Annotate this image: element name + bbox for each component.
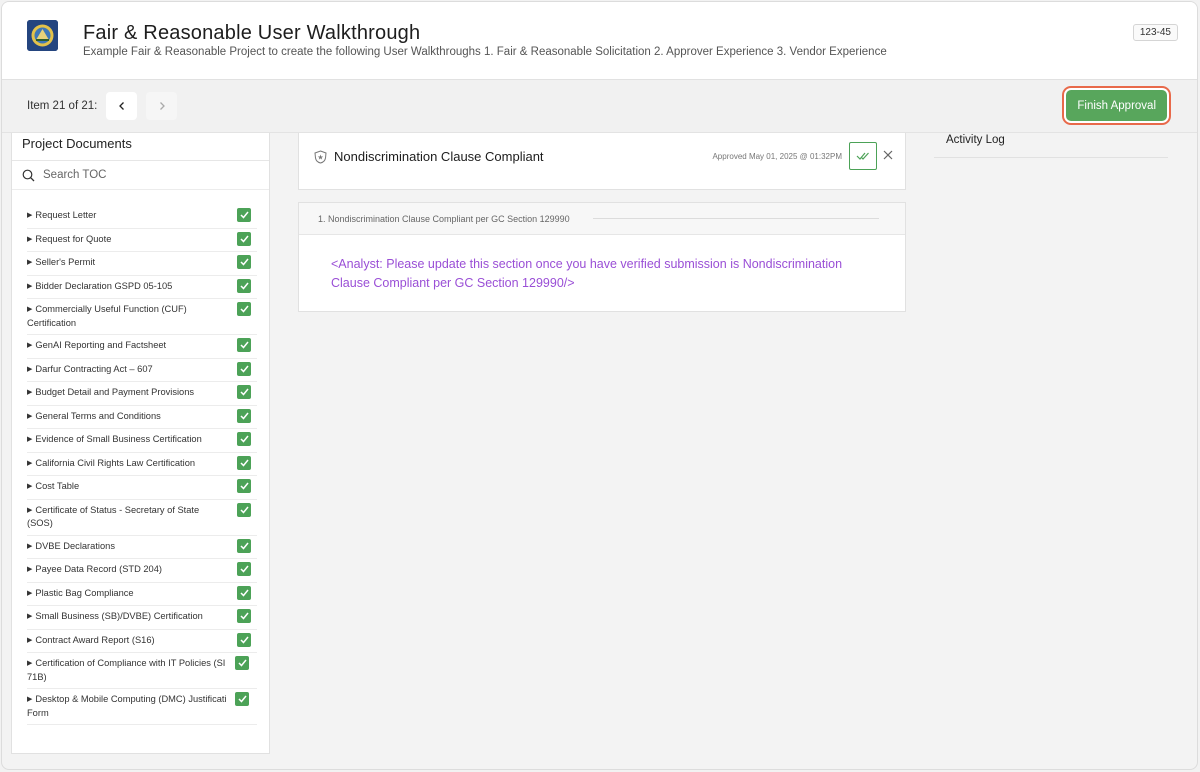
check-icon (237, 385, 251, 399)
check-icon (237, 231, 251, 246)
check-icon (237, 408, 251, 423)
toc-item[interactable]: ▶ General Terms and Conditions (27, 406, 257, 429)
check-icon (237, 502, 251, 517)
approve-button[interactable] (849, 142, 877, 170)
page-title: Fair & Reasonable User Walkthrough (83, 22, 421, 44)
check-icon (237, 479, 251, 493)
caret-right-icon: ▶ (27, 235, 33, 243)
caret-right-icon: ▶ (27, 436, 33, 443)
caret-right-icon: ▶ (27, 696, 33, 703)
shield-icon (314, 150, 327, 164)
toc-item[interactable]: ▶ Small Business (SB)/DVBE) Certification (27, 606, 257, 630)
check-icon (237, 361, 251, 376)
approval-timestamp: Approved May 01, 2025 @ 01:32PM (712, 152, 842, 161)
check-icon (237, 609, 251, 623)
caret-right-icon: ▶ (27, 389, 33, 396)
caret-right-icon: ▶ (27, 412, 33, 420)
toc-list: ▶ Request Letter ▶ Request for Quote ▶ Sell… (12, 190, 269, 725)
caret-right-icon: ▶ (27, 342, 33, 349)
double-check-icon (856, 152, 869, 160)
toc-item[interactable]: ▶ California Civil Rights Law Certificati… (27, 453, 257, 476)
check-icon (235, 656, 249, 670)
caret-right-icon: ▶ (27, 660, 33, 667)
check-icon (237, 208, 251, 222)
check-icon (237, 278, 251, 293)
check-icon (235, 692, 249, 706)
toc-item[interactable]: ▶ Request Letter (27, 205, 257, 229)
check-icon (237, 255, 251, 269)
search-input[interactable]: Search TOC (43, 169, 107, 181)
check-icon (237, 432, 251, 446)
section-title: Nondiscrimination Clause Compliant (334, 149, 544, 164)
activity-log-title: Activity Log (946, 134, 1005, 146)
toc-item[interactable]: ▶ Contract Award Report (S16) (27, 630, 257, 653)
caret-right-icon: ▶ (27, 506, 33, 514)
toc-item[interactable]: ▶ Darfur Contracting Act – 607 (27, 359, 257, 382)
toc-item[interactable]: ▶ Budget Detail and Payment Provisions (27, 382, 257, 406)
toc-item[interactable]: ▶ Desktop & Mobile Computing (DMC) Justif… (27, 689, 257, 725)
app-window: Fair & Reasonable User Walkthrough Examp… (1, 1, 1198, 770)
check-icon (237, 302, 251, 316)
caret-right-icon: ▶ (27, 212, 33, 219)
content-heading: 1. Nondiscrimination Clause Compliant pe… (299, 203, 905, 235)
section-header-card: Nondiscrimination Clause Compliant Appro… (298, 133, 906, 190)
search-icon (22, 169, 35, 181)
toc-item[interactable]: ▶ Plastic Bag Compliance (27, 583, 257, 606)
toc-item[interactable]: ▶ Certificate of Status - Secretary of St… (27, 500, 257, 536)
toc-item[interactable]: ▶ Cost Table (27, 476, 257, 500)
finish-approval-button[interactable]: Finish Approval (1066, 90, 1167, 121)
check-icon (237, 585, 251, 600)
caret-right-icon: ▶ (27, 613, 33, 620)
toc-item[interactable]: ▶ Commercially Useful Function (CUF) Cert… (27, 299, 257, 335)
previous-item-button[interactable] (106, 92, 137, 120)
check-icon (237, 338, 251, 352)
caret-right-icon: ▶ (27, 282, 33, 290)
review-toolbar: Item 21 of 21: Finish Approval (2, 80, 1197, 133)
sidebar-title: Project Documents (12, 133, 269, 161)
check-icon (237, 632, 251, 647)
toc-item[interactable]: ▶ Evidence of Small Business Certificatio… (27, 429, 257, 453)
page-subtitle: Example Fair & Reasonable Project to cre… (83, 46, 887, 58)
chevron-right-icon (159, 102, 165, 110)
caret-right-icon: ▶ (27, 566, 33, 573)
caret-right-icon: ▶ (27, 365, 33, 373)
next-item-button[interactable] (146, 92, 177, 120)
chevron-left-icon (118, 102, 124, 110)
content-heading-text: 1. Nondiscrimination Clause Compliant pe… (318, 214, 570, 224)
page-header: Fair & Reasonable User Walkthrough Examp… (2, 2, 1197, 80)
toc-item[interactable]: ▶ GenAI Reporting and Factsheet (27, 335, 257, 359)
caret-right-icon: ▶ (27, 306, 33, 313)
toc-item[interactable]: ▶ Payee Data Record (STD 204) (27, 559, 257, 583)
analyst-placeholder-text: <Analyst: Please update this section onc… (331, 257, 843, 290)
toc-item[interactable]: ▶ Request for Quote (27, 229, 257, 252)
check-icon (237, 562, 251, 576)
agency-logo (27, 20, 58, 51)
toc-search[interactable]: Search TOC (12, 161, 269, 190)
caret-right-icon: ▶ (27, 459, 33, 467)
reject-button[interactable] (881, 148, 895, 162)
toc-item[interactable]: ▶ Seller's Permit (27, 252, 257, 276)
toc-item[interactable]: ▶ Certification of Compliance with IT Pol… (27, 653, 257, 689)
caret-right-icon: ▶ (27, 636, 33, 644)
item-counter: Item 21 of 21: (27, 100, 98, 112)
project-documents-sidebar: Project Documents Search TOC ▶ Request Le… (11, 133, 270, 754)
toc-item[interactable]: ▶ DVBE Declarations (27, 536, 257, 559)
caret-right-icon: ▶ (27, 589, 33, 597)
caret-right-icon: ▶ (27, 259, 33, 266)
toc-item[interactable]: ▶ Bidder Declaration GSPD 05-105 (27, 276, 257, 299)
project-number-badge: 123-45 (1132, 24, 1178, 41)
check-icon (237, 538, 251, 553)
close-icon (883, 150, 893, 160)
activity-log-panel: Activity Log (934, 133, 1168, 158)
section-content-card: 1. Nondiscrimination Clause Compliant pe… (298, 202, 906, 312)
check-icon (237, 455, 251, 470)
heading-divider (593, 218, 879, 219)
caret-right-icon: ▶ (27, 483, 33, 490)
caret-right-icon: ▶ (27, 542, 33, 550)
